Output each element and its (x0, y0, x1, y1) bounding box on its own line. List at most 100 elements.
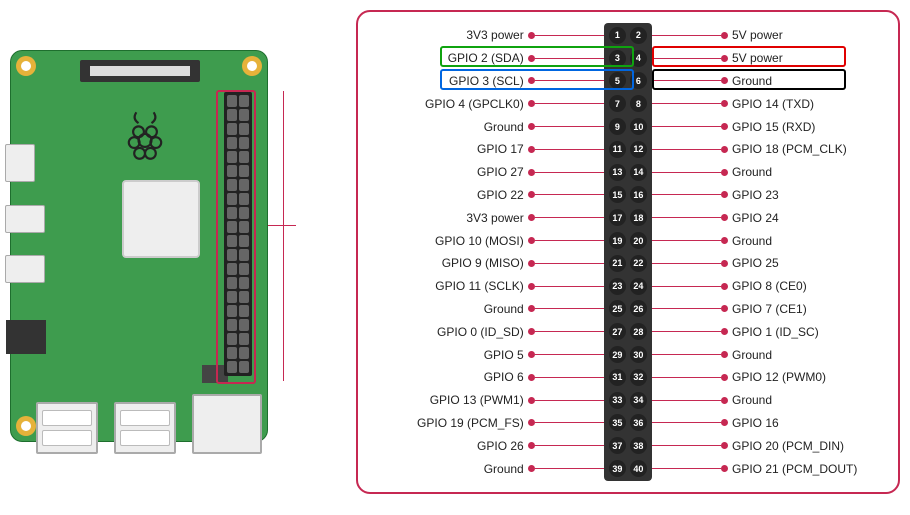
pin-number: 9 (609, 118, 626, 135)
pin-number: 29 (609, 346, 626, 363)
pin-dot (528, 77, 535, 84)
pin-label-right: GPIO 20 (PCM_DIN) (728, 439, 882, 453)
micro-hdmi-port (5, 144, 35, 182)
pin-dot (721, 191, 728, 198)
pin-number: 20 (630, 232, 647, 249)
pin-label-right: GPIO 25 (728, 256, 882, 270)
pin-dot (721, 169, 728, 176)
pin-dot (721, 123, 728, 130)
pin-label-right: Ground (728, 74, 882, 88)
pin-number: 3 (609, 50, 626, 67)
pin-label-right: Ground (728, 234, 882, 248)
pin-dot (528, 419, 535, 426)
pin-dot (721, 305, 728, 312)
pin-dot (528, 214, 535, 221)
pin-label-left: Ground (374, 120, 528, 134)
pin-dot (528, 305, 535, 312)
pin-line (535, 58, 607, 59)
soc-chip (122, 180, 200, 258)
pin-number: 40 (630, 460, 647, 477)
usb-port (36, 402, 98, 454)
pin-line (649, 58, 721, 59)
pin-label-left: Ground (374, 302, 528, 316)
pin-line (535, 263, 607, 264)
gpio-header-highlight (216, 90, 256, 384)
pin-label-left: GPIO 10 (MOSI) (374, 234, 528, 248)
pin-line (535, 400, 607, 401)
pin-label-right: GPIO 23 (728, 188, 882, 202)
pin-number: 33 (609, 392, 626, 409)
pin-number: 27 (609, 323, 626, 340)
pin-line (649, 286, 721, 287)
pin-number: 23 (609, 278, 626, 295)
pin-number: 21 (609, 255, 626, 272)
pin-number: 1 (609, 27, 626, 44)
pin-dot (721, 100, 728, 107)
pin-dot (721, 237, 728, 244)
pin-number: 17 (609, 209, 626, 226)
pin-label-left: GPIO 22 (374, 188, 528, 202)
pin-number: 14 (630, 164, 647, 181)
pin-number: 28 (630, 323, 647, 340)
callout-line (268, 225, 296, 226)
pin-line (535, 331, 607, 332)
pin-dot (721, 214, 728, 221)
pin-line (649, 126, 721, 127)
pin-dot (721, 260, 728, 267)
pin-line (535, 468, 607, 469)
pin-dot (721, 283, 728, 290)
pin-line (535, 35, 607, 36)
pin-label-right: GPIO 8 (CE0) (728, 279, 882, 293)
usb-port (114, 402, 176, 454)
pin-dot (721, 465, 728, 472)
pin-dot (528, 169, 535, 176)
pin-dot (528, 283, 535, 290)
pin-label-left: GPIO 11 (SCLK) (374, 279, 528, 293)
pin-line (535, 172, 607, 173)
pin-label-right: 5V power (728, 28, 882, 42)
pin-number: 10 (630, 118, 647, 135)
pin-line (649, 80, 721, 81)
pin-label-left: GPIO 4 (GPCLK0) (374, 97, 528, 111)
pin-label-left: GPIO 5 (374, 348, 528, 362)
pin-line (649, 217, 721, 218)
raspberry-pi-board (10, 50, 268, 442)
pin-label-right: GPIO 14 (TXD) (728, 97, 882, 111)
pin-dot (528, 374, 535, 381)
pin-label-right: GPIO 12 (PWM0) (728, 370, 882, 384)
pin-line (535, 126, 607, 127)
pin-label-right: GPIO 21 (PCM_DOUT) (728, 462, 882, 476)
pin-dot (721, 77, 728, 84)
pinout-panel: 3V3 power125V powerGPIO 2 (SDA)345V powe… (356, 10, 900, 494)
pin-line (649, 422, 721, 423)
pin-line (535, 445, 607, 446)
callout-line (283, 91, 284, 251)
pin-label-right: Ground (728, 393, 882, 407)
pin-dot (528, 32, 535, 39)
pin-label-left: GPIO 9 (MISO) (374, 256, 528, 270)
pin-number: 37 (609, 437, 626, 454)
pin-dot (721, 328, 728, 335)
pin-dot (528, 146, 535, 153)
pin-dot (528, 100, 535, 107)
ethernet-port (192, 394, 262, 454)
pin-header-strip (604, 23, 652, 481)
pin-label-left: GPIO 27 (374, 165, 528, 179)
micro-hdmi-port (5, 205, 45, 233)
pin-line (535, 80, 607, 81)
pin-label-left: GPIO 3 (SCL) (374, 74, 528, 88)
pin-label-left: 3V3 power (374, 28, 528, 42)
pin-line (535, 377, 607, 378)
pin-number: 18 (630, 209, 647, 226)
pin-line (649, 445, 721, 446)
pin-line (535, 103, 607, 104)
pin-label-left: GPIO 26 (374, 439, 528, 453)
callout-line (283, 250, 284, 381)
pin-line (649, 400, 721, 401)
pin-number: 32 (630, 369, 647, 386)
pin-label-right: GPIO 7 (CE1) (728, 302, 882, 316)
pin-line (649, 331, 721, 332)
pin-dot (721, 55, 728, 62)
pin-line (535, 149, 607, 150)
pin-label-right: GPIO 15 (RXD) (728, 120, 882, 134)
